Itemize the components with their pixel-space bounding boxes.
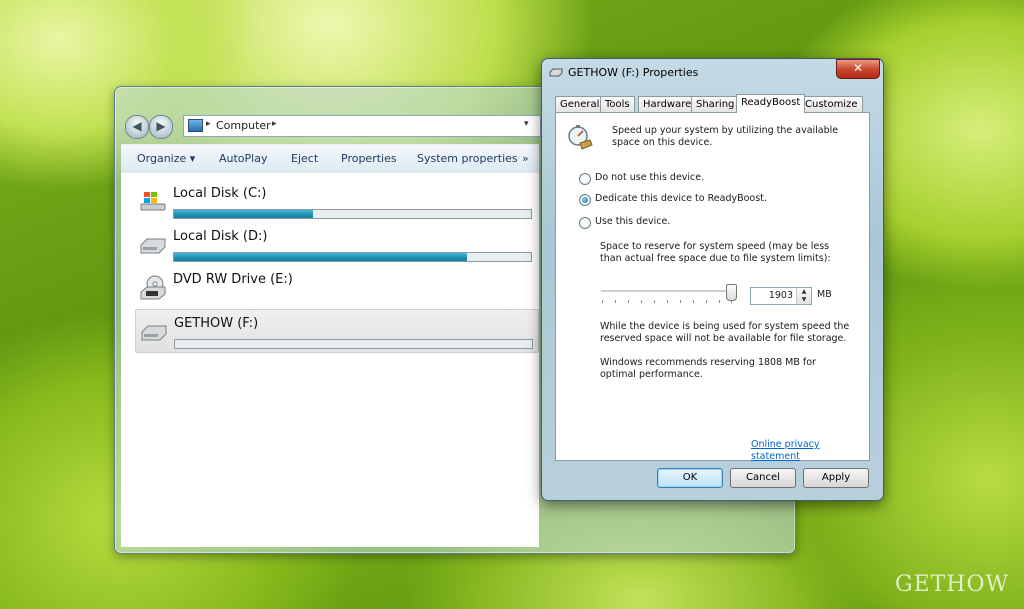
- tab-strip: General Tools Hardware Sharing ReadyBoos…: [555, 94, 870, 113]
- eject-button[interactable]: Eject: [291, 152, 318, 165]
- drive-usage-bar: [174, 339, 533, 349]
- properties-dialog: GETHOW (F:) Properties ✕ General Tools H…: [541, 58, 884, 501]
- spin-down-icon[interactable]: ▼: [797, 296, 811, 304]
- drive-usage-fill: [174, 253, 467, 261]
- slider-tick: [654, 300, 655, 303]
- reserve-spinner[interactable]: ▲ ▼: [796, 288, 811, 304]
- radio-dedicate[interactable]: [579, 194, 591, 206]
- drive-e[interactable]: DVD RW Drive (E:): [135, 266, 537, 308]
- slider-tick: [667, 300, 668, 303]
- back-button[interactable]: ◀: [125, 115, 149, 139]
- forward-button[interactable]: ▶: [149, 115, 173, 139]
- readyboost-panel: Speed up your system by utilizing the av…: [555, 112, 870, 463]
- dropdown-arrow-icon[interactable]: ▾: [524, 119, 529, 129]
- watermark: GETHOW: [895, 572, 1010, 597]
- slider-tick: [693, 300, 694, 303]
- radio-use-device[interactable]: [579, 217, 591, 229]
- drive-c[interactable]: Local Disk (C:): [135, 180, 537, 222]
- ok-button[interactable]: OK: [657, 468, 723, 488]
- drive-icon: [549, 67, 563, 77]
- tab-hardware[interactable]: Hardware: [638, 96, 697, 112]
- drive-f[interactable]: GETHOW (F:): [135, 309, 539, 353]
- drive-usage-bar: [173, 252, 532, 262]
- breadcrumb-arrow-icon[interactable]: ▸: [272, 119, 277, 129]
- slider-tick: [628, 300, 629, 303]
- system-properties-button[interactable]: System properties: [417, 152, 518, 165]
- hard-drive-icon: [139, 235, 167, 255]
- slider-tick: [615, 300, 616, 303]
- properties-button[interactable]: Properties: [341, 152, 397, 165]
- computer-icon: [188, 119, 203, 132]
- organize-button[interactable]: Organize ▾: [137, 152, 195, 165]
- apply-button[interactable]: Apply: [803, 468, 869, 488]
- breadcrumb-arrow-icon: ▸: [206, 119, 211, 129]
- breadcrumb-computer[interactable]: Computer: [216, 119, 271, 132]
- windows-drive-icon: [139, 190, 167, 212]
- drive-d[interactable]: Local Disk (D:): [135, 223, 537, 265]
- drive-label: DVD RW Drive (E:): [173, 272, 293, 287]
- reserve-slider-thumb[interactable]: [726, 284, 737, 301]
- warning-text: While the device is being used for syste…: [600, 321, 850, 344]
- reserve-size-input[interactable]: 1903 ▲ ▼: [750, 287, 812, 305]
- slider-tick: [706, 300, 707, 303]
- radio-do-not-use[interactable]: [579, 173, 591, 185]
- slider-tick: [641, 300, 642, 303]
- tab-general[interactable]: General: [555, 96, 605, 112]
- cancel-button[interactable]: Cancel: [730, 468, 796, 488]
- slider-tick: [602, 300, 603, 303]
- option-label-do-not-use[interactable]: Do not use this device.: [595, 172, 704, 184]
- tab-tools[interactable]: Tools: [600, 96, 635, 112]
- drive-label: Local Disk (C:): [173, 186, 267, 201]
- slider-tick: [680, 300, 681, 303]
- slider-tick: [719, 300, 720, 303]
- option-label-dedicate[interactable]: Dedicate this device to ReadyBoost.: [595, 193, 767, 205]
- reserve-size-value[interactable]: 1903: [769, 290, 793, 301]
- tab-customize[interactable]: Customize: [800, 96, 863, 112]
- recommendation-text: Windows recommends reserving 1808 MB for…: [600, 357, 816, 380]
- more-commands-button[interactable]: »: [522, 152, 529, 165]
- privacy-link[interactable]: Online privacy statement: [751, 439, 869, 463]
- intro-text: Speed up your system by utilizing the av…: [612, 125, 839, 148]
- drive-usage-bar: [173, 209, 532, 219]
- tab-sharing[interactable]: Sharing: [691, 96, 740, 112]
- tab-readyboost[interactable]: ReadyBoost: [736, 94, 806, 113]
- autoplay-button[interactable]: AutoPlay: [219, 152, 267, 165]
- reserve-slider-track[interactable]: [601, 290, 733, 293]
- option-label-use-device[interactable]: Use this device.: [595, 216, 670, 228]
- usb-drive-icon: [140, 322, 168, 342]
- drive-label: Local Disk (D:): [173, 229, 268, 244]
- drive-label: GETHOW (F:): [174, 316, 259, 331]
- readyboost-gauge-icon: [566, 123, 594, 151]
- reserve-label: Space to reserve for system speed (may b…: [600, 241, 831, 264]
- spin-up-icon[interactable]: ▲: [797, 288, 811, 296]
- drive-list: Local Disk (C:) Local Disk (D:) DVD RW D…: [121, 173, 539, 547]
- dialog-title: GETHOW (F:) Properties: [568, 66, 699, 79]
- reserve-unit: MB: [817, 289, 832, 300]
- drive-usage-fill: [174, 210, 314, 218]
- close-button[interactable]: ✕: [836, 59, 880, 79]
- command-bar: Organize ▾ AutoPlay Eject Properties Sys…: [121, 144, 539, 173]
- dvd-drive-icon: [139, 274, 167, 302]
- address-bar[interactable]: ▸ Computer ▸ ▾: [183, 115, 541, 137]
